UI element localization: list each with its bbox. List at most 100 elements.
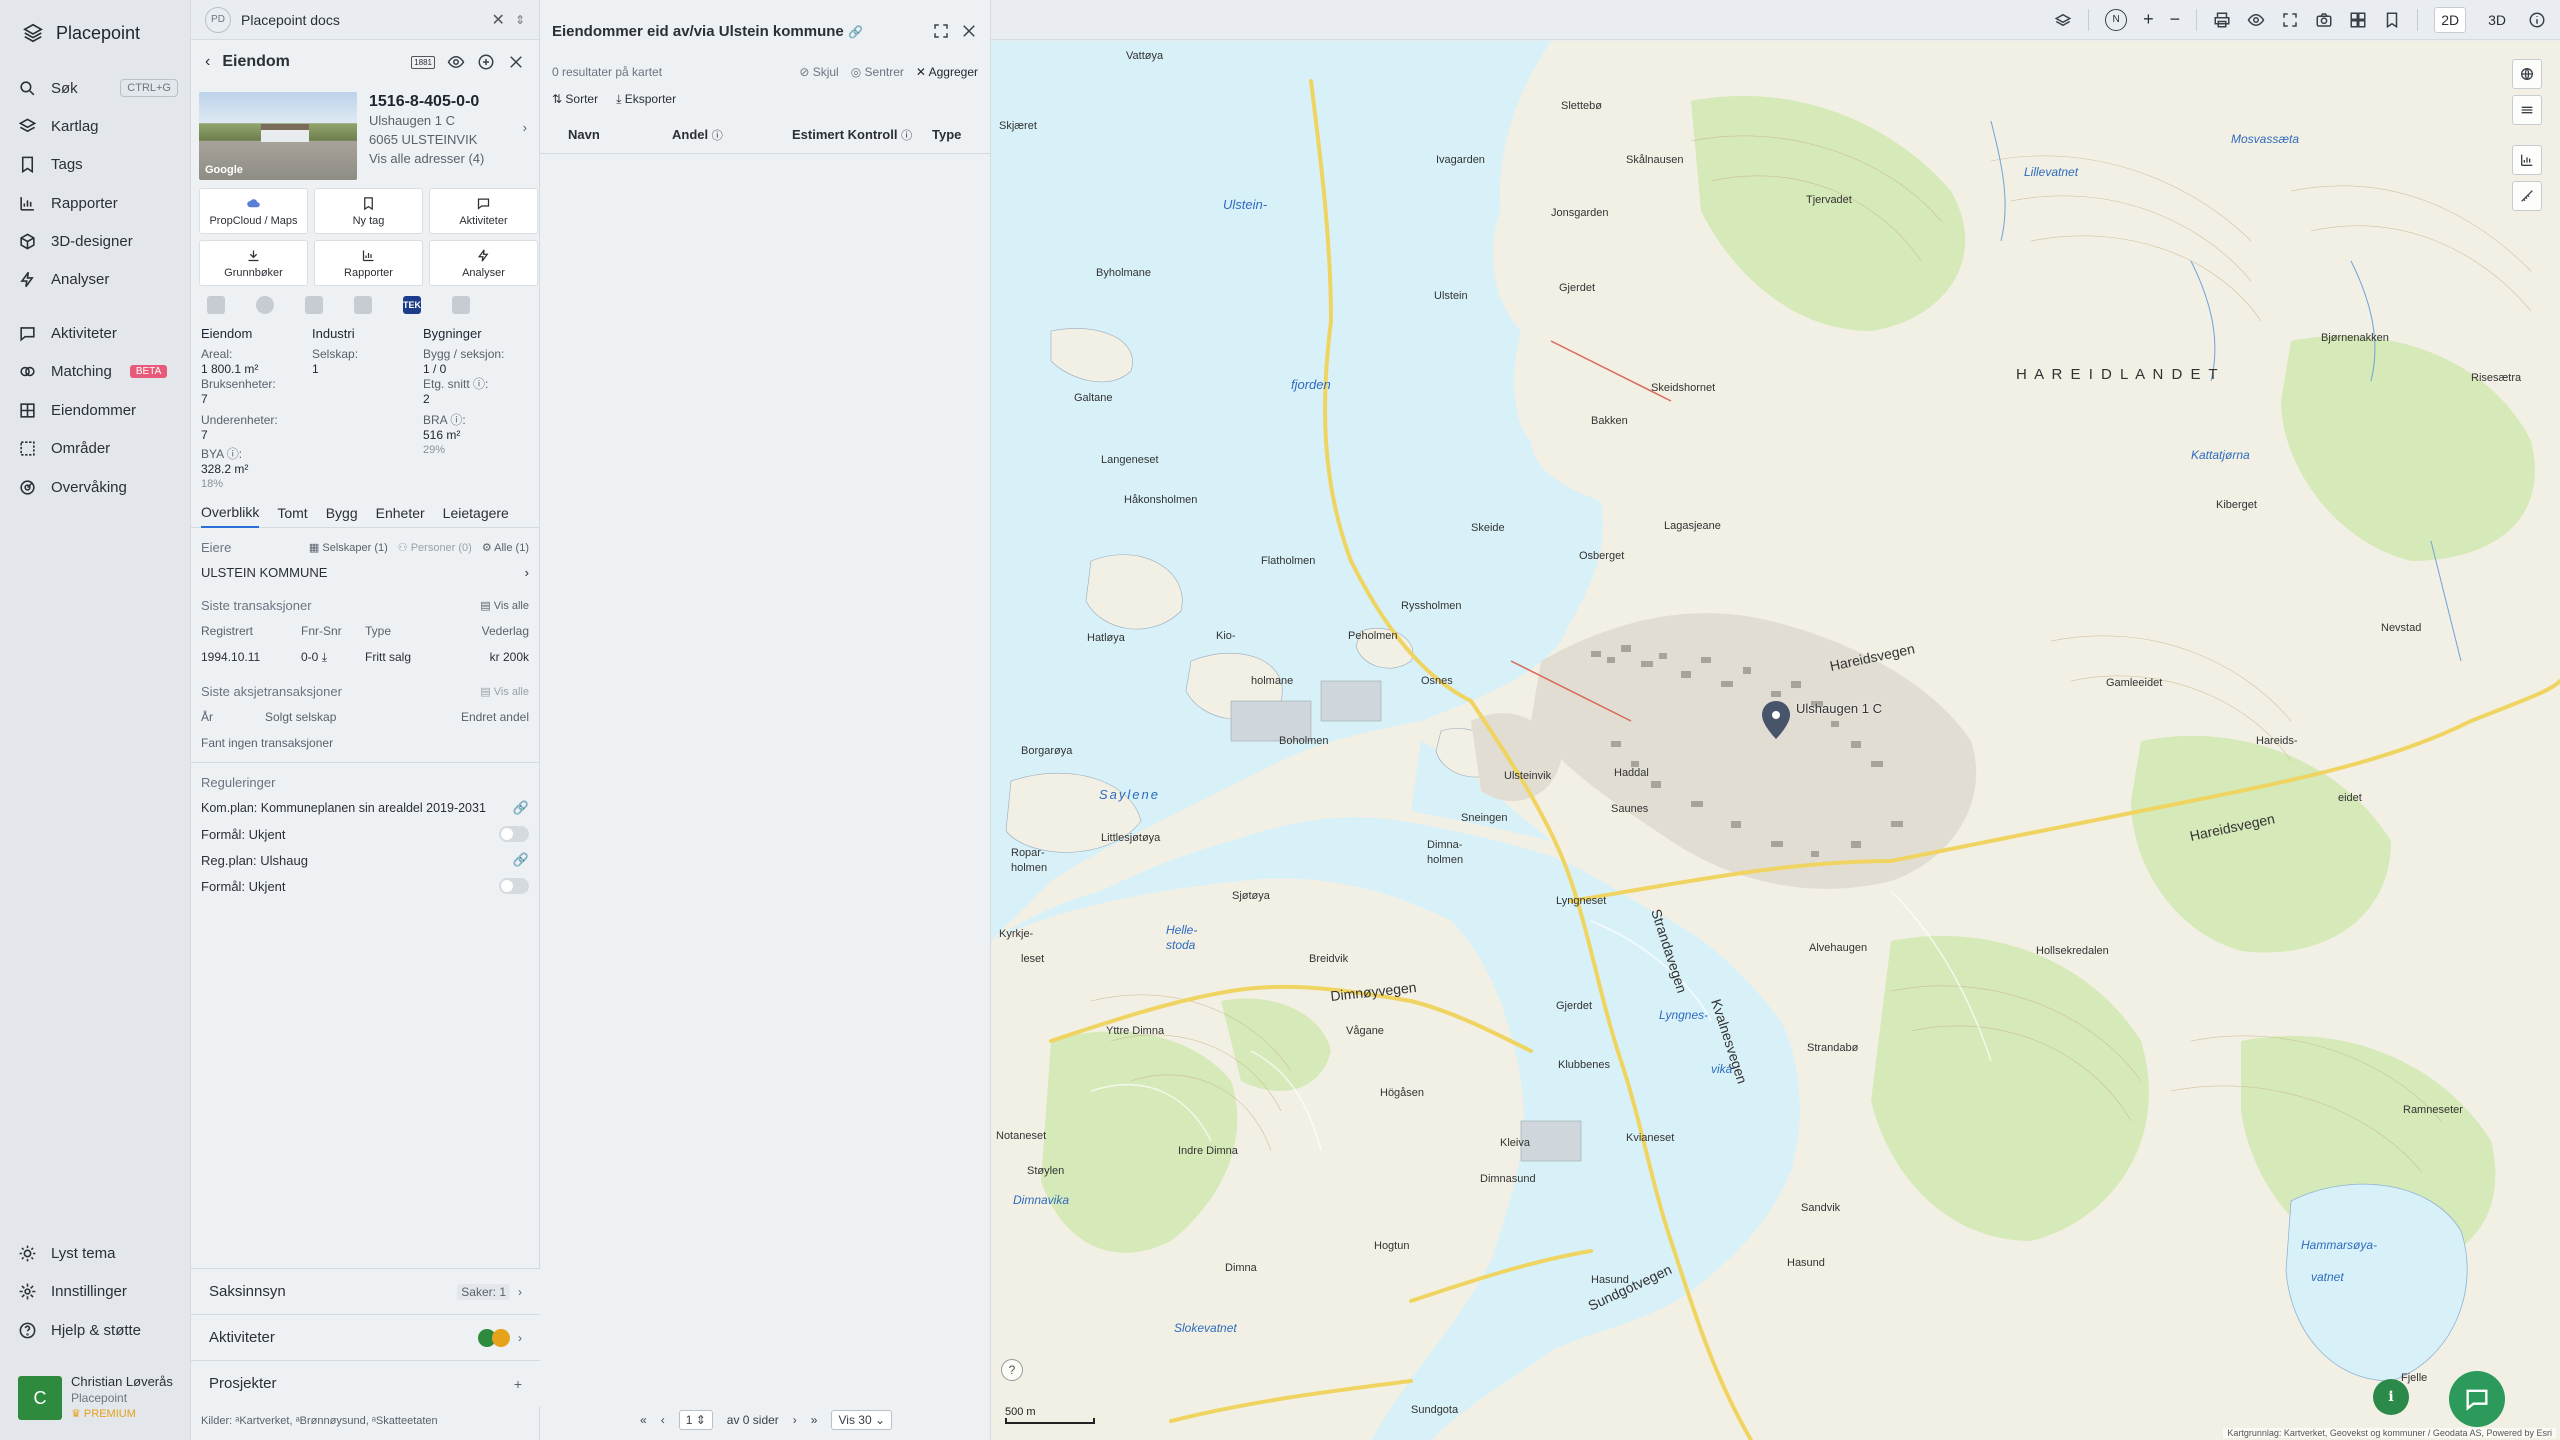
map-layers-control[interactable] — [2512, 59, 2542, 89]
dashboard-icon[interactable] — [2349, 11, 2367, 29]
mode-3d-button[interactable]: 3D — [2482, 8, 2512, 32]
analyses-button[interactable]: Analyser — [429, 240, 538, 286]
show-all-share-tx[interactable]: ▤ Vis alle — [480, 685, 529, 698]
industry-icon[interactable] — [305, 296, 323, 314]
filter-all[interactable]: ⚙ Alle (1) — [482, 541, 529, 554]
camera-icon[interactable] — [2315, 11, 2333, 29]
last-page-icon[interactable]: » — [811, 1413, 818, 1427]
close-icon[interactable] — [507, 53, 525, 71]
zoom-out-icon[interactable]: − — [2170, 9, 2181, 30]
doc-tab[interactable]: PD Placepoint docs ✕ ⇕ — [191, 0, 539, 40]
tek-badge[interactable]: TEK — [403, 296, 421, 314]
filter-persons[interactable]: ⚇ Personer (0) — [398, 541, 472, 554]
case-access-section[interactable]: Saksinnsyn Saker: 1 › — [191, 1268, 540, 1314]
add-circle-icon[interactable] — [477, 53, 495, 71]
nav-item-search[interactable]: Søk CTRL+G — [18, 70, 178, 106]
nav-item-activities[interactable]: Aktiviteter — [18, 315, 178, 351]
nav-item-matching[interactable]: Matching BETA — [18, 353, 178, 389]
sort-button[interactable]: ⇅ Sorter — [552, 92, 598, 107]
first-page-icon[interactable]: « — [640, 1413, 647, 1427]
tab-tenants[interactable]: Leietagere — [443, 505, 509, 521]
eye-icon[interactable] — [447, 53, 465, 71]
tab-buildings[interactable]: Bygg — [326, 505, 358, 521]
activities-section[interactable]: Aktiviteter › — [191, 1314, 540, 1360]
nav-item-areas[interactable]: Områder — [18, 430, 178, 466]
nav-item-3d-designer[interactable]: 3D-designer — [18, 223, 178, 259]
layers-toggle-icon[interactable] — [2054, 11, 2072, 29]
stairs-icon[interactable] — [354, 296, 372, 314]
building-type-icon[interactable] — [207, 296, 225, 314]
nav-item-help[interactable]: Hjelp & støtte — [18, 1312, 178, 1348]
brand[interactable]: Placepoint — [22, 20, 140, 46]
1881-badge[interactable]: 1881 — [411, 55, 435, 69]
tab-units[interactable]: Enheter — [376, 505, 425, 521]
nav-item-analyses[interactable]: Analyser — [18, 261, 178, 297]
map-canvas[interactable]: Vattøya Slettebø Skjæret Ivagarden Skåln… — [991, 41, 2560, 1440]
nav-item-monitoring[interactable]: Overvåking — [18, 469, 178, 505]
col-header-control[interactable]: Estimert Kontroll ⓘ — [792, 127, 932, 143]
aggregate-button[interactable]: ✕ Aggreger — [916, 65, 978, 79]
export-button[interactable]: ⤓ Eksporter — [616, 92, 676, 107]
activities-button[interactable]: Aktiviteter — [429, 188, 538, 234]
chevron-updown-icon[interactable]: ⇕ — [515, 13, 525, 27]
energy-icon[interactable] — [256, 296, 274, 314]
show-all-transactions[interactable]: ▤ Vis alle — [480, 599, 529, 612]
nav-item-properties[interactable]: Eiendommer — [18, 392, 178, 428]
prev-page-icon[interactable]: ‹ — [661, 1413, 665, 1427]
hide-button[interactable]: ⊘ Skjul — [799, 65, 838, 79]
download-icon[interactable]: ⤓ — [322, 650, 327, 664]
filter-companies[interactable]: ▦ Selskaper (1) — [309, 541, 388, 554]
house-icon[interactable] — [452, 296, 470, 314]
info-button[interactable]: i — [2373, 1379, 2409, 1415]
reports-button[interactable]: Rapporter — [314, 240, 423, 286]
print-icon[interactable] — [2213, 11, 2231, 29]
chevron-right-icon[interactable]: › — [523, 118, 527, 137]
street-view-photo[interactable]: Google — [199, 92, 357, 180]
new-tag-button[interactable]: Ny tag — [314, 188, 423, 234]
purpose-toggle[interactable] — [499, 826, 529, 842]
nav-item-settings[interactable]: Innstillinger — [18, 1273, 178, 1309]
propcloud-button[interactable]: PropCloud / Maps — [199, 188, 308, 234]
property-address[interactable]: Ulshaugen 1 C — [369, 111, 531, 130]
link-icon[interactable]: 🔗 — [513, 852, 529, 868]
regulation-row[interactable]: Kom.plan: Kommuneplanen sin arealdel 201… — [201, 795, 529, 821]
close-icon[interactable]: ✕ — [492, 10, 505, 30]
north-compass-icon[interactable]: N — [2105, 8, 2128, 31]
map-stack-control[interactable] — [2512, 95, 2542, 125]
nav-item-tags[interactable]: Tags — [18, 146, 178, 182]
expand-icon[interactable] — [932, 22, 950, 40]
eye-icon[interactable] — [2247, 11, 2265, 29]
chat-button[interactable] — [2449, 1371, 2505, 1427]
bookmark-icon[interactable] — [2383, 11, 2401, 29]
page-select[interactable]: 1 ⇕ — [678, 1410, 713, 1430]
map-chart-control[interactable] — [2512, 145, 2542, 175]
next-page-icon[interactable]: › — [793, 1413, 797, 1427]
close-icon[interactable] — [960, 22, 978, 40]
purpose-toggle[interactable] — [499, 878, 529, 894]
map-measure-control[interactable] — [2512, 181, 2542, 211]
tab-plot[interactable]: Tomt — [277, 505, 307, 521]
show-all-addresses-link[interactable]: Vis alle adresser (4) — [369, 149, 531, 168]
col-header-name[interactable]: Navn — [552, 127, 672, 143]
owner-row[interactable]: ULSTEIN KOMMUNE › — [201, 560, 529, 584]
regulation-row[interactable]: Reg.plan: Ulshaug 🔗 — [201, 847, 529, 873]
fullscreen-icon[interactable] — [2281, 11, 2299, 29]
nav-item-light-theme[interactable]: Lyst tema — [18, 1235, 178, 1271]
zoom-in-icon[interactable]: + — [2143, 9, 2154, 30]
land-registry-button[interactable]: Grunnbøker — [199, 240, 308, 286]
nav-item-layers[interactable]: Kartlag — [18, 108, 178, 144]
user-profile[interactable]: C Christian Løverås Placepoint ♛ PREMIUM — [18, 1373, 182, 1423]
link-icon[interactable]: 🔗 — [513, 800, 529, 816]
plus-icon[interactable]: + — [514, 1376, 522, 1392]
nav-item-reports[interactable]: Rapporter — [18, 185, 178, 221]
tab-overview[interactable]: Overblikk — [201, 498, 260, 528]
back-arrow-icon[interactable]: ‹ — [205, 53, 210, 71]
mode-2d-button[interactable]: 2D — [2434, 6, 2467, 33]
center-button[interactable]: ◎ Sentrer — [851, 65, 904, 79]
col-header-type[interactable]: Type — [932, 127, 961, 143]
per-page-select[interactable]: Vis 30 ⌄ — [831, 1410, 893, 1430]
link-icon[interactable]: 🔗 — [848, 25, 863, 39]
projects-section[interactable]: Prosjekter + — [191, 1360, 540, 1406]
info-icon[interactable] — [2528, 11, 2546, 29]
col-header-share[interactable]: Andel ⓘ — [672, 127, 792, 143]
